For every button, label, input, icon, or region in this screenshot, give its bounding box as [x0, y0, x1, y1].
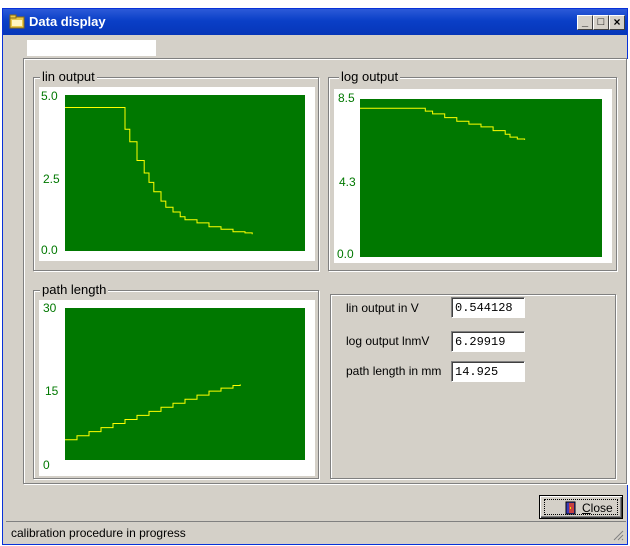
window-title: Data display: [29, 14, 106, 29]
maximize-icon: □: [597, 16, 605, 28]
close-window-button[interactable]: ×: [609, 15, 625, 30]
lin-output-chart: [65, 107, 253, 235]
readouts-panel: [330, 294, 616, 479]
status-bar: calibration procedure in progress: [6, 521, 626, 543]
lin-output-readout-label: lin output in V: [346, 301, 419, 315]
lin-output-group-label: lin output: [40, 69, 97, 84]
path-length-chart: [65, 384, 241, 441]
lin-output-plot-area: [65, 95, 305, 251]
path-length-group-label: path length: [40, 282, 109, 297]
close-button-label: Close: [582, 501, 613, 515]
log-ytick-min: 0.0: [337, 247, 354, 261]
minimize-icon: _: [581, 16, 589, 28]
path-ytick-mid: 15: [45, 384, 59, 398]
trace-line-2-0: [65, 384, 241, 441]
path-length-plot-panel: 30 15 0: [39, 300, 315, 476]
log-output-plot-panel: 8.5 4.3 0.0: [334, 89, 612, 263]
path-ytick-max: 30: [43, 301, 57, 315]
lin-ytick-min: 0.0: [41, 243, 58, 257]
door-icon: [565, 501, 577, 515]
lin-ytick-max: 5.0: [41, 89, 58, 103]
log-output-group-label: log output: [339, 69, 401, 84]
close-button-label-rest: lose: [590, 501, 613, 515]
close-icon: ×: [613, 15, 621, 29]
close-button-accel: C: [582, 501, 591, 515]
path-length-readout-label: path length in mm: [346, 364, 442, 378]
log-ytick-mid: 4.3: [339, 175, 356, 189]
status-text: calibration procedure in progress: [11, 526, 186, 540]
lin-ytick-mid: 2.5: [43, 172, 60, 186]
close-button-focus-rect: Close: [544, 499, 618, 515]
app-icon: [9, 14, 25, 29]
maximize-button[interactable]: □: [593, 15, 609, 30]
resize-grip-icon[interactable]: [612, 529, 624, 541]
data-display-window: Data display _ □ × lin output 5.0 2.5 0.…: [2, 8, 628, 545]
log-output-readout-field[interactable]: 6.29919: [451, 331, 525, 352]
lin-output-readout-field[interactable]: 0.544128: [451, 297, 525, 318]
path-ytick-min: 0: [43, 458, 50, 472]
log-ytick-max: 8.5: [338, 91, 355, 105]
title-bar[interactable]: Data display _ □ ×: [3, 9, 627, 35]
path-length-plot-area: [65, 308, 305, 460]
path-length-readout-field[interactable]: 14.925: [451, 361, 525, 382]
lin-output-plot-panel: 5.0 2.5 0.0: [39, 87, 315, 261]
log-output-plot-area: [360, 99, 602, 257]
trace-line-0-0: [65, 107, 253, 235]
minimize-button[interactable]: _: [577, 15, 593, 30]
top-white-field: [27, 40, 156, 56]
log-output-readout-label: log output lnmV: [346, 334, 430, 348]
trace-line-1-0: [360, 107, 526, 140]
close-button[interactable]: Close: [539, 495, 623, 519]
log-output-chart: [360, 107, 526, 140]
